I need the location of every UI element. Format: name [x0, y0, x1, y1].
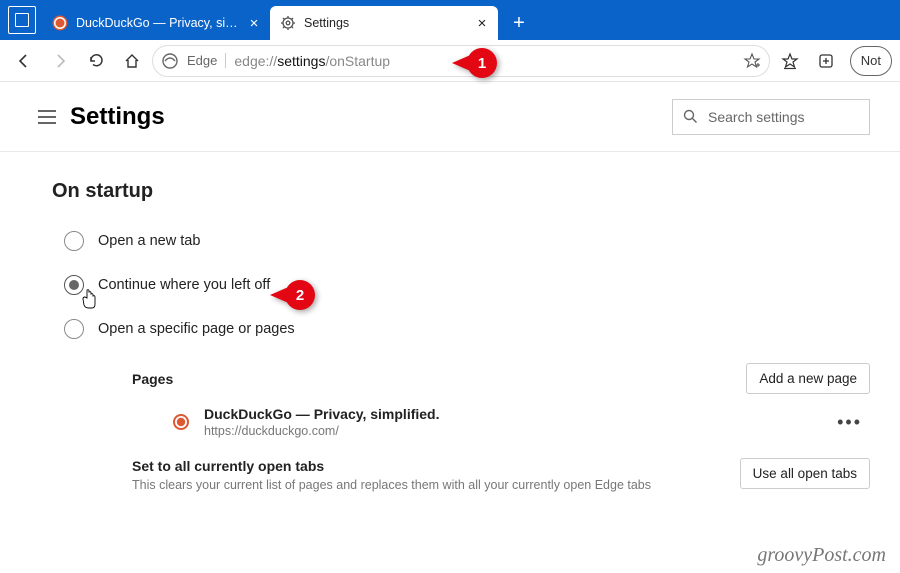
- refresh-button[interactable]: [80, 45, 112, 77]
- settings-content: On startup Open a new tab Continue where…: [0, 152, 900, 492]
- add-page-button[interactable]: Add a new page: [746, 363, 870, 394]
- tab-duckduckgo[interactable]: DuckDuckGo — Privacy, simplified. ×: [42, 6, 270, 40]
- not-syncing-button[interactable]: Not: [850, 46, 892, 76]
- address-bar[interactable]: Edge edge://settings/onStartup: [152, 45, 770, 77]
- address-url: edge://settings/onStartup: [234, 53, 390, 69]
- radio-open-new-tab[interactable]: Open a new tab: [64, 231, 870, 251]
- radio-icon[interactable]: [64, 319, 84, 339]
- forward-button[interactable]: [44, 45, 76, 77]
- watermark: groovyPost.com: [757, 544, 886, 567]
- edge-logo-icon: [161, 52, 179, 70]
- radio-open-specific-pages[interactable]: Open a specific page or pages: [64, 319, 870, 339]
- page-item-url: https://duckduckgo.com/: [204, 424, 439, 438]
- section-title: On startup: [52, 180, 870, 203]
- duckduckgo-icon: [172, 413, 190, 431]
- new-tab-button[interactable]: +: [504, 8, 534, 38]
- hamburger-menu-button[interactable]: [30, 100, 64, 134]
- close-icon[interactable]: ×: [474, 15, 490, 31]
- browser-toolbar: Edge edge://settings/onStartup Not: [0, 40, 900, 82]
- collections-button[interactable]: [810, 45, 842, 77]
- duckduckgo-icon: [52, 15, 68, 31]
- tab-label: DuckDuckGo — Privacy, simplified.: [76, 16, 238, 30]
- use-all-open-tabs-button[interactable]: Use all open tabs: [740, 458, 870, 489]
- tab-label: Settings: [304, 16, 466, 30]
- page-item-title: DuckDuckGo — Privacy, simplified.: [204, 406, 439, 422]
- radio-label: Continue where you left off: [98, 277, 270, 293]
- close-icon[interactable]: ×: [246, 15, 262, 31]
- address-site-label: Edge: [187, 53, 226, 68]
- radio-label: Open a specific page or pages: [98, 321, 295, 337]
- settings-header: Settings Search settings: [0, 82, 900, 152]
- set-all-desc: This clears your current list of pages a…: [132, 478, 651, 492]
- radio-icon[interactable]: [64, 231, 84, 251]
- radio-icon[interactable]: [64, 275, 84, 295]
- search-placeholder: Search settings: [708, 109, 805, 125]
- startup-page-item: DuckDuckGo — Privacy, simplified. https:…: [172, 406, 870, 438]
- favorites-button[interactable]: [774, 45, 806, 77]
- page-title: Settings: [70, 103, 165, 131]
- home-button[interactable]: [116, 45, 148, 77]
- search-settings-input[interactable]: Search settings: [672, 99, 870, 135]
- browser-titlebar: DuckDuckGo — Privacy, simplified. × Sett…: [0, 0, 900, 40]
- gear-icon: [280, 15, 296, 31]
- more-options-button[interactable]: •••: [829, 408, 870, 437]
- window-icon: [8, 6, 36, 34]
- tab-settings[interactable]: Settings ×: [270, 6, 498, 40]
- cursor-hand-icon: [80, 289, 98, 309]
- favorite-add-icon[interactable]: [743, 52, 761, 70]
- back-button[interactable]: [8, 45, 40, 77]
- pages-label: Pages: [132, 371, 173, 387]
- set-all-title: Set to all currently open tabs: [132, 458, 651, 474]
- radio-continue-where-left-off[interactable]: Continue where you left off: [64, 275, 870, 295]
- search-icon: [683, 109, 698, 124]
- radio-label: Open a new tab: [98, 233, 200, 249]
